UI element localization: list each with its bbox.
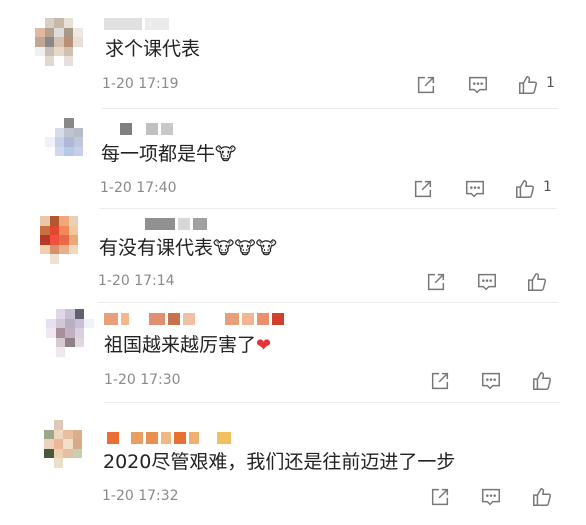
share-icon[interactable] bbox=[427, 369, 453, 393]
heart-emoji: ❤ bbox=[256, 335, 272, 356]
comment-item: 求个课代表 1-20 17:19 1 bbox=[0, 0, 586, 110]
divider bbox=[98, 302, 558, 303]
username[interactable] bbox=[107, 432, 231, 444]
username[interactable] bbox=[120, 123, 173, 135]
comment-actions bbox=[0, 270, 586, 294]
divider bbox=[104, 402, 560, 403]
comment-actions: 1 bbox=[0, 177, 586, 201]
comment-text: 每一项都是牛🐮 bbox=[101, 143, 237, 165]
comment-text: 2020尽管艰难，我们还是往前迈进了一步 bbox=[103, 451, 456, 473]
avatar[interactable] bbox=[46, 309, 94, 357]
comment-actions: 1 bbox=[0, 73, 586, 97]
comment-text: 祖国越来越厉害了❤ bbox=[104, 334, 272, 356]
share-icon[interactable] bbox=[423, 270, 449, 294]
username[interactable] bbox=[145, 218, 207, 230]
thumbs-up-icon[interactable] bbox=[529, 485, 555, 509]
comment-item: 有没有课代表🐮🐮🐮 1-20 17:14 bbox=[0, 210, 586, 305]
like-count: 1 bbox=[543, 179, 552, 195]
share-icon[interactable] bbox=[413, 73, 439, 97]
cow-emoji: 🐮 bbox=[215, 144, 237, 165]
avatar[interactable] bbox=[45, 118, 93, 166]
username[interactable] bbox=[104, 18, 169, 30]
comment-item: 每一项都是牛🐮 1-20 17:40 1 bbox=[0, 110, 586, 210]
thumbs-up-icon[interactable] bbox=[512, 177, 538, 201]
cow-emoji: 🐮🐮🐮 bbox=[213, 238, 277, 259]
avatar[interactable] bbox=[40, 216, 88, 264]
comment-item: 2020尽管艰难，我们还是往前迈进了一步 1-20 17:32 bbox=[0, 410, 586, 525]
avatar[interactable] bbox=[44, 420, 92, 468]
avatar[interactable] bbox=[35, 18, 83, 66]
thumbs-up-icon[interactable] bbox=[524, 270, 550, 294]
comment-list: 求个课代表 1-20 17:19 1 每一项都是牛🐮 1-20 17:40 1 … bbox=[0, 0, 586, 525]
username[interactable] bbox=[104, 313, 284, 325]
comment-icon[interactable] bbox=[478, 369, 504, 393]
comment-icon[interactable] bbox=[462, 177, 488, 201]
comment-actions bbox=[0, 369, 586, 393]
divider bbox=[100, 208, 556, 209]
comment-item: 祖国越来越厉害了❤ 1-20 17:30 bbox=[0, 305, 586, 405]
comment-icon[interactable] bbox=[478, 485, 504, 509]
comment-icon[interactable] bbox=[465, 73, 491, 97]
comment-icon[interactable] bbox=[474, 270, 500, 294]
thumbs-up-icon[interactable] bbox=[529, 369, 555, 393]
comment-text: 有没有课代表🐮🐮🐮 bbox=[99, 237, 277, 259]
share-icon[interactable] bbox=[410, 177, 436, 201]
like-count: 1 bbox=[546, 75, 555, 91]
comment-actions bbox=[0, 485, 586, 509]
divider bbox=[102, 108, 558, 109]
comment-text: 求个课代表 bbox=[105, 38, 201, 60]
share-icon[interactable] bbox=[427, 485, 453, 509]
thumbs-up-icon[interactable] bbox=[515, 73, 541, 97]
